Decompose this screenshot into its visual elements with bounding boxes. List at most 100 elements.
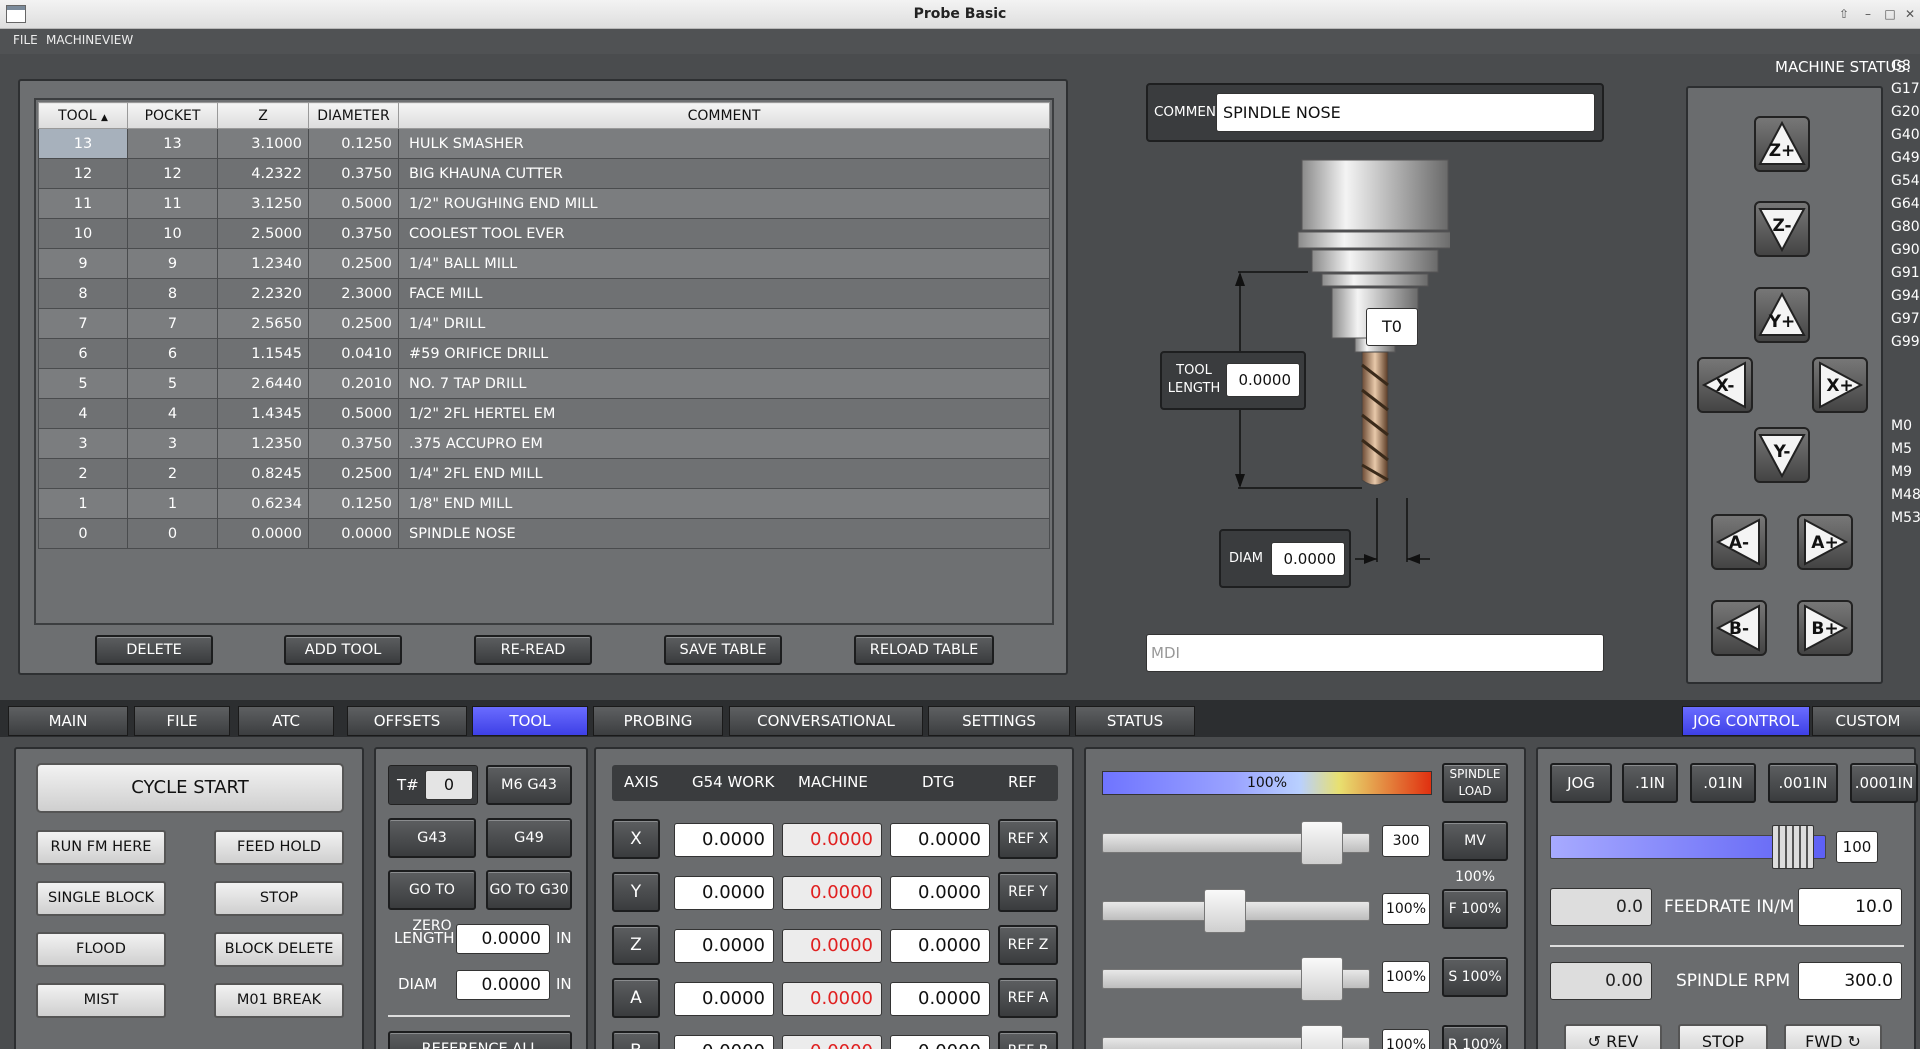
cell-comment[interactable]: 1/4" BALL MILL — [398, 248, 1050, 279]
cell-tool[interactable]: 4 — [38, 398, 128, 429]
cell-diameter[interactable]: 2.3000 — [308, 278, 399, 309]
table-row[interactable]: 9 9 1.2340 0.2500 1/4" BALL MILL — [38, 248, 1050, 279]
tab-custom[interactable]: CUSTOM — [1812, 706, 1920, 736]
tab-probing[interactable]: PROBING — [593, 706, 723, 736]
table-row[interactable]: 3 3 1.2350 0.3750.375 ACCUPRO EM — [38, 428, 1050, 459]
cell-z[interactable]: 4.2322 — [217, 158, 309, 189]
menu-machine[interactable]: MACHINE — [46, 33, 102, 47]
jog-bplus-button[interactable]: B+ — [1797, 600, 1853, 656]
cell-pocket[interactable]: 1 — [127, 488, 218, 519]
jog-increment-button[interactable]: .0001IN — [1850, 763, 1918, 803]
cell-diameter[interactable]: 0.2500 — [308, 458, 399, 489]
spindle-stop-button[interactable]: STOP — [1678, 1024, 1768, 1049]
cell-tool[interactable]: 7 — [38, 308, 128, 339]
comment-field[interactable]: SPINDLE NOSE — [1216, 93, 1595, 132]
cell-tool[interactable]: 12 — [38, 158, 128, 189]
work-a-field[interactable]: 0.0000 — [674, 982, 774, 1016]
re-read-button[interactable]: RE-READ — [474, 635, 592, 665]
tab-atc[interactable]: ATC — [238, 706, 334, 736]
cell-tool[interactable]: 13 — [38, 128, 128, 159]
tab-tool[interactable]: TOOL — [472, 706, 588, 736]
go-to-g30-button[interactable]: GO TO G30 — [486, 870, 572, 910]
menu-file[interactable]: FILE — [13, 33, 38, 47]
mist-button[interactable]: MIST — [36, 983, 166, 1018]
spindle-reset-button[interactable]: S 100% — [1442, 957, 1508, 997]
cell-z[interactable]: 3.1250 — [217, 188, 309, 219]
cell-pocket[interactable]: 5 — [127, 368, 218, 399]
cell-z[interactable]: 0.6234 — [217, 488, 309, 519]
add-tool-button[interactable]: ADD TOOL — [284, 635, 402, 665]
jog-aminus-button[interactable]: A- — [1711, 514, 1767, 570]
jog-increment-button[interactable]: .01IN — [1690, 763, 1756, 803]
cell-tool[interactable]: 3 — [38, 428, 128, 459]
jog-yminus-button[interactable]: Y- — [1754, 427, 1810, 483]
cell-z[interactable]: 0.8245 — [217, 458, 309, 489]
cell-diameter[interactable]: 0.1250 — [308, 128, 399, 159]
cell-z[interactable]: 1.4345 — [217, 398, 309, 429]
cell-pocket[interactable]: 12 — [127, 158, 218, 189]
jog-increment-button[interactable]: .1IN — [1622, 763, 1678, 803]
cell-diameter[interactable]: 0.5000 — [308, 188, 399, 219]
ref-a-button[interactable]: REF A — [998, 978, 1058, 1018]
minimize-icon[interactable]: – — [1860, 6, 1876, 22]
tab-status[interactable]: STATUS — [1075, 706, 1195, 736]
jog-zplus-button[interactable]: Z+ — [1754, 116, 1810, 172]
cell-diameter[interactable]: 0.0410 — [308, 338, 399, 369]
t-number-field[interactable]: 0 — [425, 770, 473, 800]
rapid-reset-button[interactable]: R 100% — [1442, 1025, 1508, 1049]
work-x-field[interactable]: 0.0000 — [674, 823, 774, 857]
table-row[interactable]: 7 7 2.5650 0.2500 1/4" DRILL — [38, 308, 1050, 339]
g43-button[interactable]: G43 — [388, 818, 476, 858]
table-row[interactable]: 1 1 0.6234 0.1250 1/8" END MILL — [38, 488, 1050, 519]
table-row[interactable]: 4 4 1.4345 0.5000 1/2" 2FL HERTEL EM — [38, 398, 1050, 429]
cell-tool[interactable]: 11 — [38, 188, 128, 219]
g49-button[interactable]: G49 — [486, 818, 572, 858]
cell-tool[interactable]: 9 — [38, 248, 128, 279]
block-delete-button[interactable]: BLOCK DELETE — [214, 932, 344, 967]
tab-main[interactable]: MAIN — [8, 706, 128, 736]
spindle-rev-button[interactable]: ↺ REV — [1564, 1024, 1662, 1049]
spindle-set[interactable]: 300.0 — [1798, 962, 1902, 1000]
reference-all-button[interactable]: REFERENCE ALL — [388, 1031, 572, 1049]
jog-speed-handle[interactable] — [1772, 825, 1815, 869]
cycle-start-button[interactable]: CYCLE START — [36, 763, 344, 813]
cell-tool[interactable]: 1 — [38, 488, 128, 519]
tab-conversational[interactable]: CONVERSATIONAL — [729, 706, 923, 736]
table-row[interactable]: 5 5 2.6440 0.2010 NO. 7 TAP DRILL — [38, 368, 1050, 399]
table-row[interactable]: 13 13 3.1000 0.1250 HULK SMASHER — [38, 128, 1050, 159]
cell-tool[interactable]: 10 — [38, 218, 128, 249]
tool-length-field[interactable]: 0.0000 — [1226, 363, 1300, 397]
rapid-slider-handle[interactable] — [1300, 1025, 1343, 1049]
m6-g43-button[interactable]: M6 G43 — [486, 765, 572, 805]
feed-reset-button[interactable]: F 100% — [1442, 889, 1508, 929]
cell-z[interactable]: 2.2320 — [217, 278, 309, 309]
tab-offsets[interactable]: OFFSETS — [347, 706, 467, 736]
cell-comment[interactable]: 1/2" 2FL HERTEL EM — [398, 398, 1050, 429]
cell-pocket[interactable]: 8 — [127, 278, 218, 309]
m01-break-button[interactable]: M01 BREAK — [214, 983, 344, 1018]
jog-xminus-button[interactable]: X- — [1697, 357, 1753, 413]
cell-diameter[interactable]: 0.2500 — [308, 308, 399, 339]
cell-comment[interactable]: 1/4" DRILL — [398, 308, 1050, 339]
cell-comment[interactable]: NO. 7 TAP DRILL — [398, 368, 1050, 399]
save-table-button[interactable]: SAVE TABLE — [664, 635, 782, 665]
table-row[interactable]: 6 6 1.1545 0.0410 #59 ORIFICE DRILL — [38, 338, 1050, 369]
cell-comment[interactable]: 1/2" ROUGHING END MILL — [398, 188, 1050, 219]
table-row[interactable]: 10 10 2.5000 0.3750 COOLEST TOOL EVER — [38, 218, 1050, 249]
cell-z[interactable]: 2.5000 — [217, 218, 309, 249]
cell-pocket[interactable]: 0 — [127, 518, 218, 549]
jog-increment-button[interactable]: .001IN — [1768, 763, 1838, 803]
cell-pocket[interactable]: 2 — [127, 458, 218, 489]
feed-hold-button[interactable]: FEED HOLD — [214, 830, 344, 865]
diam-field-bottom[interactable]: 0.0000 — [456, 970, 550, 1000]
flood-button[interactable]: FLOOD — [36, 932, 166, 967]
ref-z-button[interactable]: REF Z — [998, 925, 1058, 965]
jog-aplus-button[interactable]: A+ — [1797, 514, 1853, 570]
cell-comment[interactable]: 1/4" 2FL END MILL — [398, 458, 1050, 489]
cell-pocket[interactable]: 6 — [127, 338, 218, 369]
menu-view[interactable]: VIEW — [102, 33, 133, 47]
cell-tool[interactable]: 0 — [38, 518, 128, 549]
jog-xplus-button[interactable]: X+ — [1812, 357, 1868, 413]
cell-diameter[interactable]: 0.2500 — [308, 248, 399, 279]
cell-tool[interactable]: 6 — [38, 338, 128, 369]
